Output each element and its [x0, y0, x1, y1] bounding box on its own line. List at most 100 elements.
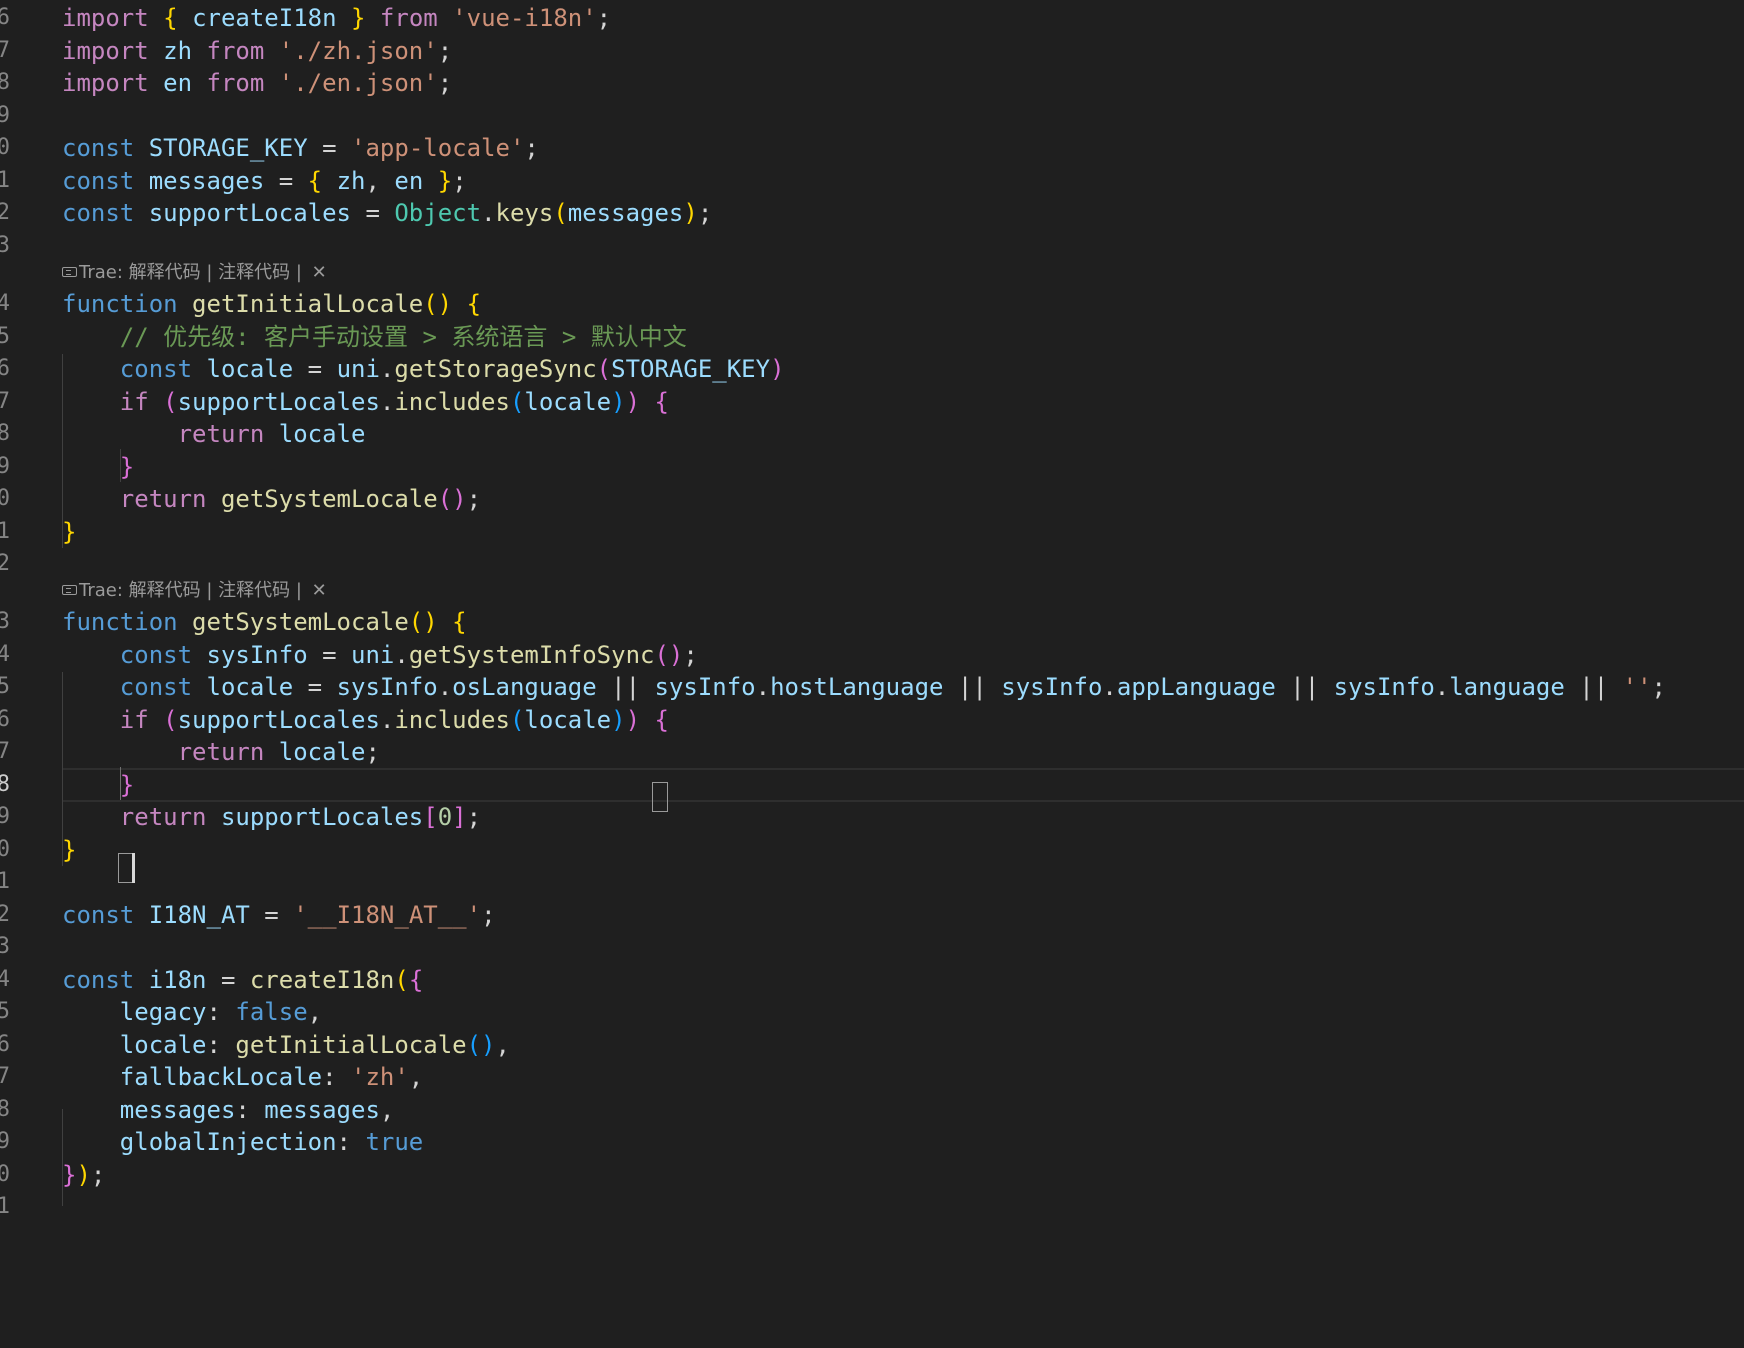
code-line-current[interactable]: 8 }	[0, 767, 1744, 803]
code-line[interactable]: 0 return getSystemLocale();	[0, 481, 1744, 517]
code-line[interactable]: 5 legacy: false,	[0, 994, 1744, 1030]
code-line[interactable]: 6 if (supportLocales.includes(locale)) {	[0, 702, 1744, 738]
code-token: (	[163, 387, 178, 416]
code-token: return	[119, 485, 207, 513]
code-editor[interactable]: 6 import { createI18n } from 'vue-i18n'; 7…	[0, 0, 1744, 1348]
code-line[interactable]: 0}	[0, 832, 1744, 868]
codelens-actions[interactable]: Trae: 解释代码 | 注释代码 | ✕	[62, 258, 327, 288]
code-line[interactable]: 7 return locale;	[0, 734, 1744, 770]
code-token: (	[163, 705, 178, 734]
code-token: messages	[264, 1095, 380, 1124]
line-number: 5	[0, 674, 10, 699]
code-token: ]	[452, 803, 467, 831]
code-token: sysInfo	[206, 640, 308, 669]
code-line[interactable]: 7 fallbackLocale: 'zh',	[0, 1059, 1744, 1095]
code-token: ()	[437, 485, 467, 513]
code-token: .	[379, 355, 395, 383]
code-token: en	[394, 166, 424, 195]
code-line[interactable]: 6 locale: getInitialLocale(),	[0, 1027, 1744, 1063]
line-number: 3	[0, 934, 10, 959]
codelens-label[interactable]: Trae: 解释代码 | 注释代码 |	[79, 262, 308, 283]
code-token: import	[62, 36, 149, 65]
line-number: 9	[0, 804, 10, 829]
code-token: uni	[351, 640, 395, 669]
text-cursor	[132, 853, 135, 883]
code-token: 'app-locale'	[351, 134, 525, 162]
code-line[interactable]: 5 const locale = sysInfo.osLanguage || s…	[0, 669, 1744, 705]
code-line[interactable]: 9 return supportLocales[0];	[0, 799, 1744, 835]
code-text: globalInjection: true	[62, 1124, 423, 1160]
code-line[interactable]: 9 }	[0, 449, 1744, 485]
code-text: fallbackLocale: 'zh',	[62, 1059, 423, 1095]
code-token: )	[611, 387, 626, 416]
code-line[interactable]: 7 import zh from './zh.json';	[0, 33, 1744, 69]
code-line[interactable]: 3	[0, 929, 1744, 965]
code-line[interactable]: 2 const I18N_AT = '__I18N_AT__';	[0, 897, 1744, 933]
code-line[interactable]: 1	[0, 1189, 1744, 1225]
code-token: )	[611, 705, 626, 734]
line-number: 4	[0, 641, 10, 667]
code-token: ;	[437, 36, 453, 65]
code-line[interactable]: 1	[0, 864, 1744, 900]
code-line[interactable]: 0});	[0, 1157, 1744, 1193]
code-line[interactable]: 9	[0, 98, 1744, 134]
code-token: =	[307, 134, 352, 162]
code-token: 0	[437, 803, 453, 831]
code-token: {	[654, 387, 669, 416]
code-line[interactable]: 5 // 优先级: 客户手动设置 > 系统语言 > 默认中文	[0, 319, 1744, 355]
code-line[interactable]: 2 const supportLocales = Object.keys(mess…	[0, 195, 1744, 231]
codelens-icon	[62, 585, 77, 595]
code-line[interactable]: 6 import { createI18n } from 'vue-i18n';	[0, 0, 1744, 36]
code-line[interactable]: 8 return locale	[0, 416, 1744, 452]
codelens-label[interactable]: Trae: 解释代码 | 注释代码 |	[79, 580, 308, 601]
code-token: './zh.json'	[278, 36, 438, 65]
code-line[interactable]: 8 messages: messages,	[0, 1092, 1744, 1128]
code-line[interactable]: 4 const sysInfo = uni.getSystemInfoSync(…	[0, 637, 1744, 673]
code-line[interactable]: 0 const STORAGE_KEY = 'app-locale';	[0, 130, 1744, 166]
code-token: }	[119, 770, 135, 799]
code-token: getSystemInfoSync	[408, 640, 655, 669]
code-line[interactable]: 3 function getSystemLocale() {	[0, 604, 1744, 640]
code-line[interactable]: 6 const locale = uni.getStorageSync(STOR…	[0, 351, 1744, 387]
codelens-close-icon[interactable]: ✕	[312, 262, 327, 283]
code-token: includes	[394, 387, 510, 416]
code-line[interactable]: 9 globalInjection: true	[0, 1124, 1744, 1160]
code-text: const I18N_AT = '__I18N_AT__';	[62, 897, 496, 933]
code-token: ||	[596, 673, 655, 701]
code-token: :	[336, 1128, 366, 1156]
code-line[interactable]: 1 const messages = { zh, en };	[0, 163, 1744, 199]
code-token: sysInfo	[1333, 673, 1435, 701]
code-token: }	[119, 452, 135, 481]
code-token: .	[1434, 673, 1450, 701]
line-number: 8	[0, 1096, 10, 1122]
line-number: 9	[0, 102, 10, 128]
code-token: :	[322, 1063, 351, 1091]
indent-guide	[62, 354, 63, 548]
code-text: return supportLocales[0];	[62, 799, 481, 835]
code-token: sysInfo	[654, 673, 756, 701]
code-line[interactable]: 1}	[0, 514, 1744, 550]
codelens-actions[interactable]: Trae: 解释代码 | 注释代码 | ✕	[62, 576, 327, 606]
line-number: 3	[0, 232, 10, 258]
code-line[interactable]: 4 function getInitialLocale() {	[0, 286, 1744, 322]
code-token: }	[351, 4, 366, 32]
code-token: {	[466, 290, 482, 318]
codelens-icon	[62, 267, 77, 277]
code-text: if (supportLocales.includes(locale)) {	[62, 702, 669, 738]
code-line[interactable]: 7 if (supportLocales.includes(locale)) {	[0, 384, 1744, 420]
code-token: const	[62, 134, 135, 162]
code-token: ()	[423, 290, 453, 318]
code-line[interactable]: 4 const i18n = createI18n({	[0, 962, 1744, 998]
code-text: const locale = uni.getStorageSync(STORAG…	[62, 351, 785, 387]
code-token: legacy	[119, 998, 207, 1026]
code-line[interactable]: 8 import en from './en.json';	[0, 65, 1744, 101]
codelens-close-icon[interactable]: ✕	[312, 580, 327, 601]
code-token: {	[452, 608, 467, 636]
